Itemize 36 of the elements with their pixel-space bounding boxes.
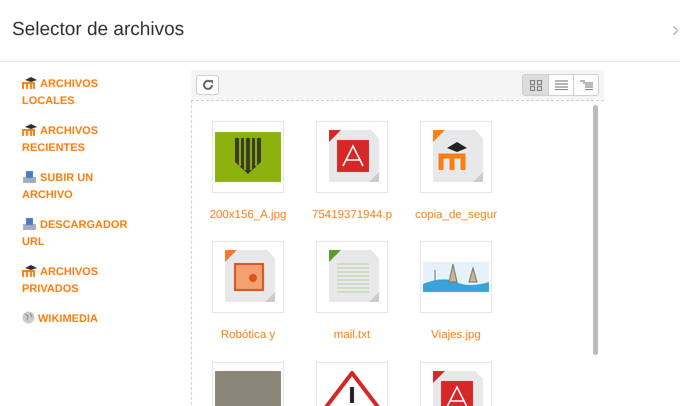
globe-icon — [22, 311, 35, 324]
sidebar-link[interactable]: DESCARGADOR URL — [22, 217, 134, 251]
file-name[interactable]: Viajes.jpg — [431, 327, 481, 344]
tray-icon — [22, 217, 37, 230]
sidebar-link[interactable]: WIKIMEDIA — [22, 311, 134, 328]
view-button[interactable] — [523, 75, 548, 95]
sidebar-link[interactable]: SUBIR UN ARCHIVO — [22, 170, 134, 204]
graduation-cap-icon — [22, 265, 38, 277]
shield-image — [215, 132, 281, 182]
file-thumbnail[interactable] — [420, 241, 492, 314]
sidebar-link[interactable]: ARCHIVOS LOCALES — [22, 76, 134, 110]
file-name[interactable]: 75419371944.p — [312, 207, 392, 224]
file-name[interactable]: copia_de_segur — [415, 207, 497, 224]
grid-view-icon — [530, 80, 542, 90]
landmarks-image — [423, 262, 489, 292]
file-thumbnail[interactable] — [212, 241, 284, 314]
list-view-icon — [554, 80, 568, 90]
view-button[interactable] — [573, 75, 598, 95]
tray-icon — [22, 170, 37, 183]
photo-placeholder — [215, 370, 281, 406]
file-thumbnail[interactable] — [212, 121, 284, 193]
refresh-button[interactable] — [196, 75, 219, 95]
window-title: Selector de archivos — [12, 18, 184, 42]
tree-view-icon — [580, 80, 592, 90]
file-name[interactable]: mail.txt — [334, 327, 370, 344]
file-thumbnail[interactable] — [420, 121, 492, 193]
file-thumbnail[interactable] — [316, 121, 388, 193]
graduation-cap-icon — [22, 77, 38, 89]
file-name[interactable]: 200x156_A.jpg — [210, 207, 286, 224]
file-name[interactable]: Robótica y — [220, 327, 276, 344]
sidebar-link[interactable]: ARCHIVOS RECIENTES — [22, 123, 134, 157]
sidebar-link[interactable]: ARCHIVOS PRIVADOS — [22, 264, 134, 298]
refresh-icon — [202, 79, 214, 91]
view-button[interactable] — [548, 75, 573, 95]
graduation-cap-icon — [22, 124, 38, 136]
file-thumbnail[interactable] — [316, 241, 388, 314]
